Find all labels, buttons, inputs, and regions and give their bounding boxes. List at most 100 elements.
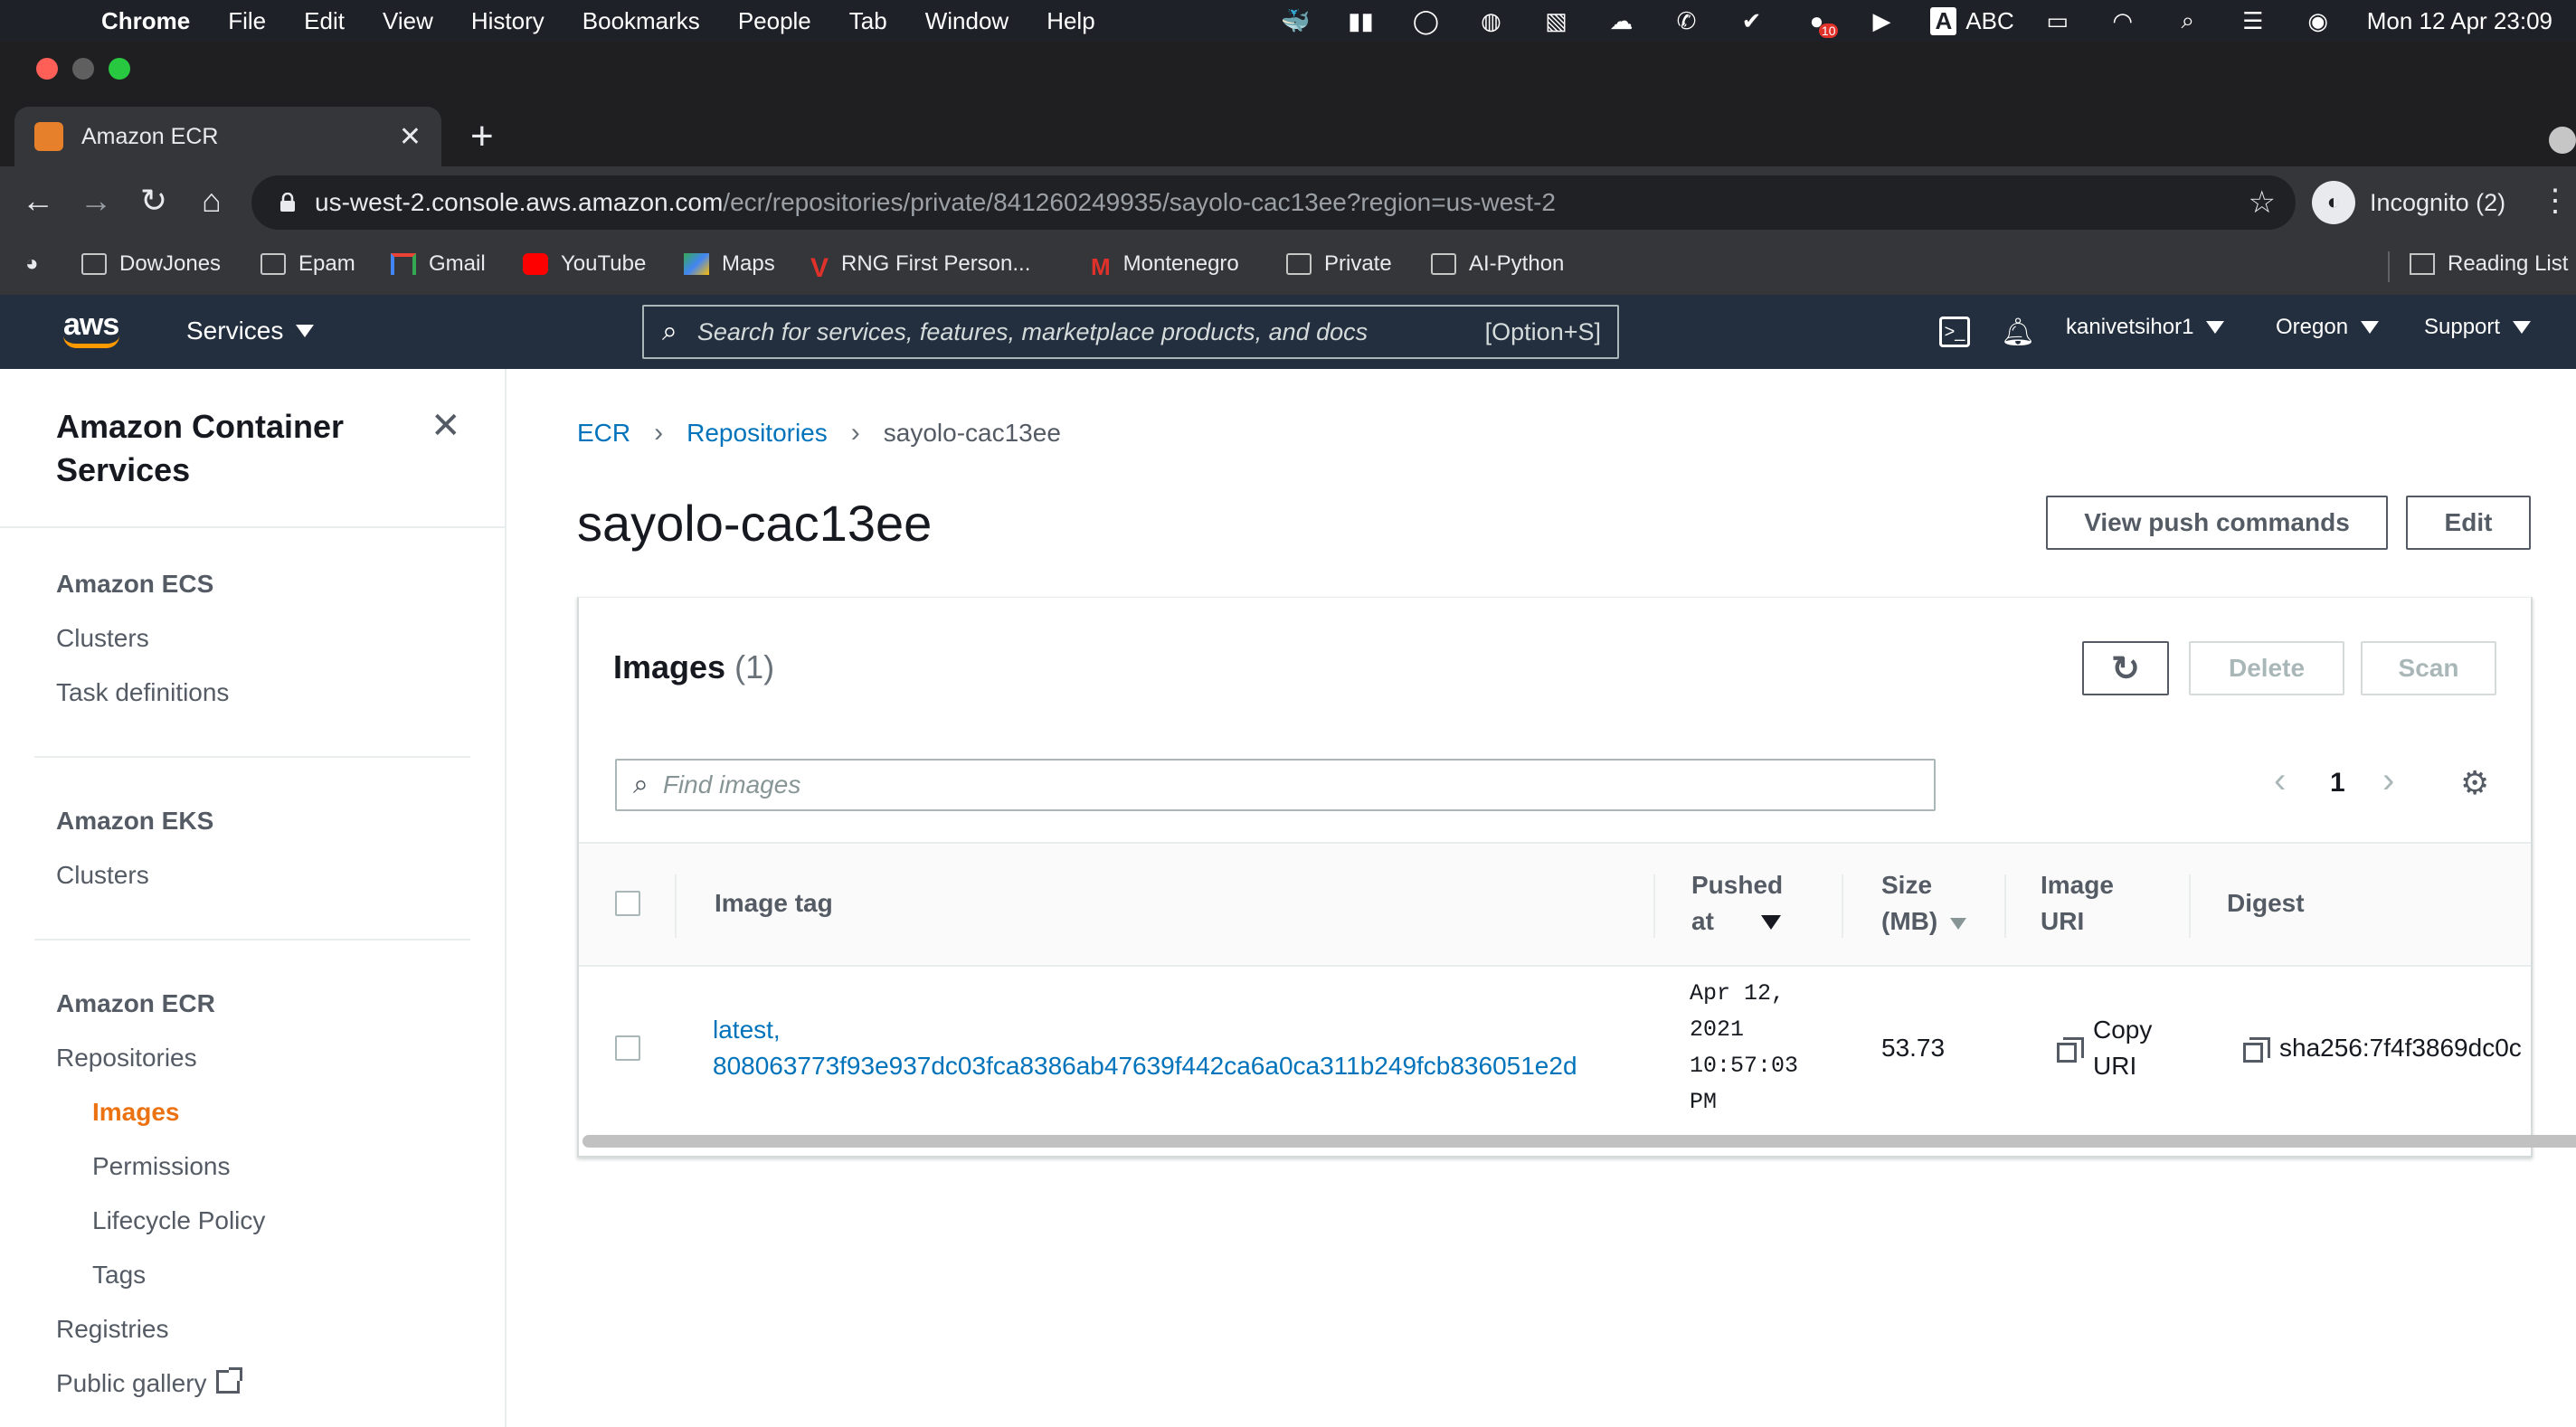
- more-menu-icon[interactable]: ⋮: [2540, 183, 2571, 219]
- menu-help[interactable]: Help: [1046, 7, 1094, 35]
- aws-search-input[interactable]: [696, 317, 1457, 346]
- copy-icon[interactable]: [2057, 1037, 2084, 1063]
- sidebar-item-registries[interactable]: Registries: [56, 1315, 168, 1344]
- services-menu[interactable]: Services: [186, 317, 315, 345]
- bookmark-gmail[interactable]: Gmail: [391, 251, 486, 277]
- breadcrumb-ecr[interactable]: ECR: [577, 419, 630, 448]
- check-icon[interactable]: ✔: [1735, 7, 1767, 34]
- notification-icon[interactable]: ● 10: [1800, 7, 1839, 38]
- settings-gear-icon[interactable]: ⚙: [2460, 764, 2489, 802]
- control-center-icon[interactable]: ☰: [2237, 7, 2269, 34]
- reading-list[interactable]: Reading List: [2410, 251, 2568, 277]
- aws-logo[interactable]: aws: [63, 307, 127, 354]
- menu-people[interactable]: People: [738, 7, 811, 35]
- menu-history[interactable]: History: [471, 7, 545, 35]
- page-number[interactable]: 1: [2330, 768, 2345, 799]
- bookmark-private[interactable]: Private: [1286, 251, 1392, 277]
- bookmark-rng[interactable]: V RNG First Person...: [810, 251, 1030, 283]
- viber-icon[interactable]: ✆: [1670, 7, 1702, 34]
- clock[interactable]: Mon 12 Apr 23:09: [2367, 7, 2552, 35]
- bell-icon[interactable]: 🔔︎: [2001, 317, 2035, 347]
- reload-icon[interactable]: ↻: [134, 181, 174, 221]
- copy-digest-icon[interactable]: [2243, 1037, 2270, 1063]
- bookmark-youtube[interactable]: YouTube: [523, 251, 646, 277]
- bookmark-epam[interactable]: Epam: [260, 251, 355, 277]
- screenshot-icon[interactable]: ▧: [1539, 7, 1572, 34]
- forward-icon[interactable]: →: [76, 181, 116, 221]
- bookmark-ai-python[interactable]: AI-Python: [1431, 251, 1564, 277]
- row-checkbox[interactable]: [615, 1035, 640, 1061]
- circle-icon[interactable]: ◯: [1409, 7, 1442, 34]
- support-menu[interactable]: Support: [2424, 315, 2532, 340]
- find-images-box[interactable]: ⌕: [615, 759, 1936, 811]
- edit-button[interactable]: Edit: [2406, 496, 2531, 550]
- col-digest[interactable]: Digest: [2227, 885, 2305, 921]
- menu-app-name[interactable]: Chrome: [101, 7, 190, 35]
- region-menu[interactable]: Oregon: [2276, 315, 2380, 340]
- apps-icon[interactable]: ◕: [25, 251, 39, 277]
- cloudshell-icon[interactable]: >_: [1939, 317, 1970, 347]
- col-image-uri[interactable]: Image URI: [2041, 867, 2114, 940]
- fullscreen-window-button[interactable]: [109, 58, 130, 80]
- view-push-commands-button[interactable]: View push commands: [2046, 496, 2388, 550]
- sidebar-item-ecs-clusters[interactable]: Clusters: [56, 624, 149, 653]
- menu-file[interactable]: File: [228, 7, 266, 35]
- col-pushed-at[interactable]: Pushed at: [1691, 867, 1818, 940]
- docker-icon[interactable]: 🐳: [1279, 7, 1312, 34]
- close-tab-icon[interactable]: ✕: [399, 121, 421, 153]
- services-label: Services: [186, 317, 284, 345]
- sidebar-item-lifecycle-policy[interactable]: Lifecycle Policy: [92, 1206, 265, 1235]
- battery-icon[interactable]: ▭: [2041, 7, 2074, 34]
- menu-window[interactable]: Window: [925, 7, 1009, 35]
- close-icon[interactable]: ✕: [431, 405, 461, 447]
- bookmark-dowjones[interactable]: DowJones: [81, 251, 221, 277]
- find-images-input[interactable]: [662, 770, 1839, 799]
- bookmark-maps[interactable]: Maps: [684, 251, 775, 277]
- menu-bookmarks[interactable]: Bookmarks: [582, 7, 700, 35]
- image-tag-link[interactable]: latest, 808063773f93e937dc03fca8386ab476…: [713, 1012, 1577, 1084]
- horizontal-scrollbar[interactable]: [582, 1135, 2576, 1148]
- siri-icon[interactable]: ◉: [2302, 7, 2334, 34]
- play-icon[interactable]: ▶: [1865, 7, 1898, 34]
- globe-icon[interactable]: ◍: [1474, 7, 1507, 34]
- tab-amazon-ecr[interactable]: Amazon ECR ✕: [14, 107, 441, 166]
- copy-uri-button[interactable]: Copy URI: [2093, 1012, 2152, 1084]
- breadcrumb-repositories[interactable]: Repositories: [687, 419, 828, 448]
- refresh-button[interactable]: ↻: [2082, 641, 2169, 695]
- menu-tab[interactable]: Tab: [849, 7, 887, 35]
- sidebar-item-images[interactable]: Images: [92, 1098, 180, 1127]
- account-menu[interactable]: kanivetsihor1: [2066, 315, 2225, 340]
- menu-edit[interactable]: Edit: [304, 7, 345, 35]
- col-image-tag[interactable]: Image tag: [715, 885, 833, 921]
- address-bar[interactable]: us-west-2.console.aws.amazon.com/ecr/rep…: [251, 175, 2296, 230]
- delete-button[interactable]: Delete: [2189, 641, 2344, 695]
- prev-page-icon[interactable]: ‹: [2274, 761, 2286, 801]
- cloud-icon[interactable]: ☁: [1605, 7, 1637, 34]
- tab-search-icon[interactable]: [2549, 127, 2576, 154]
- col-size[interactable]: Size (MB): [1881, 867, 1967, 940]
- bars-icon[interactable]: ▮▮: [1344, 7, 1377, 34]
- spotlight-icon[interactable]: ⌕: [2172, 6, 2204, 34]
- sidebar-item-tags[interactable]: Tags: [92, 1261, 146, 1290]
- bookmark-star-icon[interactable]: ☆: [2249, 184, 2276, 221]
- minimize-window-button[interactable]: [72, 58, 94, 80]
- new-tab-button[interactable]: +: [470, 114, 494, 159]
- incognito-profile[interactable]: ◐ Incognito (2): [2312, 179, 2505, 226]
- aws-search-box[interactable]: ⌕ [Option+S]: [642, 305, 1619, 359]
- close-window-button[interactable]: [36, 58, 58, 80]
- wifi-icon[interactable]: ◠: [2107, 7, 2139, 34]
- next-page-icon[interactable]: ›: [2382, 761, 2394, 801]
- select-all-checkbox[interactable]: [615, 891, 640, 916]
- sidebar-item-repositories[interactable]: Repositories: [56, 1044, 197, 1073]
- sidebar-item-public-gallery[interactable]: Public gallery: [56, 1367, 242, 1398]
- input-source[interactable]: A ABC: [1930, 6, 2014, 35]
- sidebar-item-permissions[interactable]: Permissions: [92, 1152, 230, 1181]
- bookmark-montenegro[interactable]: M Montenegro: [1091, 251, 1239, 280]
- back-icon[interactable]: ←: [18, 181, 58, 221]
- sidebar-item-eks-clusters[interactable]: Clusters: [56, 861, 149, 890]
- home-icon[interactable]: ⌂: [192, 181, 232, 221]
- sidebar-item-task-definitions[interactable]: Task definitions: [56, 678, 229, 707]
- menu-view[interactable]: View: [383, 7, 433, 35]
- scan-button[interactable]: Scan: [2361, 641, 2496, 695]
- pushed-at-cell: Apr 12, 2021 10:57:03 PM: [1690, 976, 1798, 1120]
